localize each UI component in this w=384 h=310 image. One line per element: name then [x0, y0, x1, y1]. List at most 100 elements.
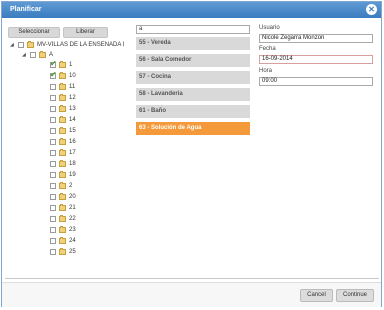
tree-item[interactable]: 22: [50, 214, 76, 223]
tree-item-checkbox[interactable]: [50, 226, 56, 233]
tree-item[interactable]: 12: [50, 93, 76, 102]
tree-item-checkbox[interactable]: [50, 193, 56, 200]
tree-item[interactable]: 15: [50, 126, 76, 135]
tree-item[interactable]: 13: [50, 104, 76, 113]
tree-item[interactable]: 16: [50, 137, 76, 146]
dialog-title: Planificar: [10, 6, 42, 13]
room-filter-input[interactable]: a: [136, 25, 250, 34]
tree-item-label: 22: [69, 215, 76, 222]
folder-icon: [59, 115, 66, 123]
tree-item-label: 1: [69, 61, 73, 68]
folder-icon: [59, 170, 66, 178]
room-list-item[interactable]: 56 - Sala Comedor: [136, 54, 250, 67]
tree-group[interactable]: ◢ A: [22, 50, 53, 59]
folder-icon: [59, 137, 66, 145]
folder-icon: [59, 203, 66, 211]
tree-item-checkbox[interactable]: [50, 182, 56, 189]
tree-item-label: 18: [69, 160, 76, 167]
tree-item-checkbox[interactable]: [50, 138, 56, 145]
close-icon[interactable]: ✕: [366, 4, 377, 15]
tree-item[interactable]: 17: [50, 148, 76, 157]
room-list-item[interactable]: 61 - Baño: [136, 105, 250, 118]
tree-item-label: 16: [69, 138, 76, 145]
select-button[interactable]: Seleccionar: [8, 27, 60, 38]
footer-divider: [5, 278, 379, 279]
tree-item-label: 11: [69, 83, 76, 90]
folder-icon: [59, 181, 66, 189]
collapse-triangle-icon[interactable]: ◢: [22, 52, 27, 58]
tree-item-checkbox[interactable]: [50, 237, 56, 244]
time-label: Hora: [259, 68, 273, 74]
folder-icon: [39, 50, 46, 58]
tree-item-label: 13: [69, 105, 76, 112]
tree-item-checkbox[interactable]: [50, 94, 56, 101]
tree-item-checkbox[interactable]: [50, 160, 56, 167]
tree-item-label: 10: [69, 72, 76, 79]
folder-icon: [59, 93, 66, 101]
tree-item-checkbox[interactable]: [50, 116, 56, 123]
tree-item-checkbox[interactable]: [50, 127, 56, 134]
dialog-titlebar: Planificar ✕: [2, 2, 381, 18]
dialog-footer: Cancel Continue: [2, 282, 381, 307]
folder-icon: [59, 126, 66, 134]
tree-root-checkbox[interactable]: [18, 41, 24, 48]
tree-root[interactable]: ◢ MV-VILLAS DE LA ENSENADA I: [10, 40, 124, 49]
tree-item-label: 15: [69, 127, 76, 134]
tree-item-label: 25: [69, 248, 76, 255]
folder-icon: [27, 40, 34, 48]
tree-item[interactable]: 19: [50, 170, 76, 179]
tree-item-checkbox[interactable]: [50, 149, 56, 156]
tree-item-label: 17: [69, 149, 76, 156]
tree-item-checkbox[interactable]: [50, 204, 56, 211]
continue-button[interactable]: Continue: [336, 289, 374, 302]
tree-item[interactable]: 2: [50, 181, 72, 190]
room-list-item[interactable]: 58 - Lavandería: [136, 88, 250, 101]
room-list-item[interactable]: 55 - Vereda: [136, 37, 250, 50]
tree-item[interactable]: 1: [50, 59, 73, 69]
tree-group-label: A: [49, 51, 54, 58]
tree-item-checkbox[interactable]: [50, 171, 56, 178]
tree-item-checkbox[interactable]: [50, 215, 56, 222]
tree-group-checkbox[interactable]: [30, 51, 36, 58]
folder-icon: [59, 60, 66, 68]
tree-item[interactable]: 20: [50, 192, 76, 201]
date-label: Fecha: [259, 46, 276, 52]
folder-icon: [59, 214, 66, 222]
room-list-item[interactable]: 63 - Solución de Agua: [136, 122, 250, 135]
tree-item-label: 24: [69, 237, 76, 244]
cancel-button[interactable]: Cancel: [300, 289, 333, 302]
tree-item-label: 12: [69, 94, 76, 101]
tree-item-checkbox[interactable]: [50, 59, 57, 68]
tree-item[interactable]: 14: [50, 115, 76, 124]
folder-icon: [59, 148, 66, 156]
tree-item-checkbox[interactable]: [50, 83, 56, 90]
tree-item[interactable]: 23: [50, 225, 76, 234]
tree-root-label: MV-VILLAS DE LA ENSENADA I: [37, 41, 125, 48]
folder-icon: [59, 192, 66, 200]
folder-icon: [59, 104, 66, 112]
planificar-dialog: Planificar ✕ Seleccionar Liberar ◢ MV-VI…: [1, 1, 382, 307]
date-field[interactable]: 16-09-2014: [259, 55, 373, 64]
tree-item[interactable]: 21: [50, 203, 76, 212]
tree-item-label: 14: [69, 116, 76, 123]
tree-item-checkbox[interactable]: [50, 70, 57, 79]
folder-icon: [59, 236, 66, 244]
tree-item-checkbox[interactable]: [50, 105, 56, 112]
user-label: Usuario: [259, 25, 280, 31]
release-button[interactable]: Liberar: [63, 27, 108, 38]
folder-icon: [59, 159, 66, 167]
user-field[interactable]: Nicole Zegarra Monzon: [259, 34, 373, 43]
tree-item[interactable]: 11: [50, 82, 75, 91]
tree-item-checkbox[interactable]: [50, 248, 56, 255]
collapse-triangle-icon[interactable]: ◢: [10, 42, 15, 48]
tree-item-label: 23: [69, 226, 76, 233]
folder-icon: [59, 247, 66, 255]
tree-item[interactable]: 10: [50, 70, 76, 80]
tree-item[interactable]: 25: [50, 247, 76, 256]
tree-item-label: 21: [69, 204, 76, 211]
tree-item[interactable]: 18: [50, 159, 76, 168]
time-field[interactable]: 09:00: [259, 77, 373, 86]
tree-item[interactable]: 24: [50, 236, 76, 245]
tree-item-label: 2: [69, 182, 73, 189]
room-list-item[interactable]: 57 - Cocina: [136, 71, 250, 84]
